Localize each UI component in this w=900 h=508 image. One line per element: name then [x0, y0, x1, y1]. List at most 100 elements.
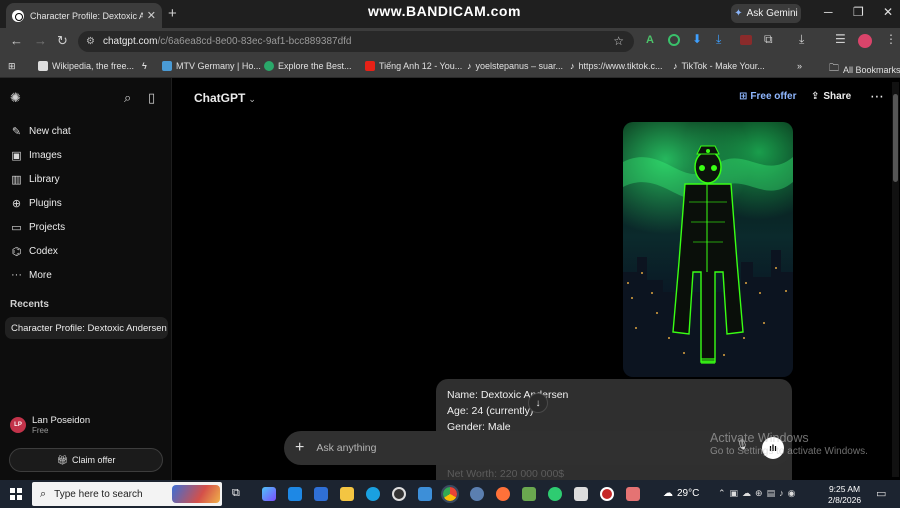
chevron-down-icon: ⌄	[248, 94, 256, 104]
scroll-down-arrow-icon[interactable]: ↓	[528, 393, 548, 413]
sidebar-item-codex[interactable]: ⌬ Codex	[10, 245, 58, 258]
user-menu[interactable]: LP Lan Poseidon Free	[10, 415, 90, 435]
minimize-window-icon[interactable]: ─	[824, 5, 833, 19]
chatgpt-app: ✺ ⌕ ▯ ✎ New chat ▣ Images ▥ Library ⊕ Pl…	[0, 78, 900, 480]
copilot-icon[interactable]	[262, 487, 276, 501]
bookmark-item[interactable]: MTV Germany | Ho...	[162, 61, 261, 71]
recents-heading: Recents	[10, 299, 49, 310]
close-window-icon[interactable]: ✕	[883, 5, 893, 19]
site-info-icon[interactable]: ⚙	[86, 36, 95, 47]
bookmarks-bar: ⊞ Wikipedia, the free... ϟ MTV Germany |…	[0, 55, 900, 78]
browser-tab[interactable]: Character Profile: Dextoxic And... ✕	[6, 3, 162, 28]
windows-taskbar: ⌕ Type here to search ⧉ ☁ 29°C ⌃▣☁⊕▤♪◉ 9…	[0, 480, 900, 508]
app-icon[interactable]	[522, 487, 536, 501]
taskbar-search-placeholder: Type here to search	[54, 488, 143, 500]
app-icon[interactable]	[626, 487, 640, 501]
all-bookmarks-button[interactable]: 🗀 All Bookmarks	[829, 61, 900, 78]
bandicam-record-icon[interactable]	[600, 487, 614, 501]
search-icon[interactable]: ⌕	[124, 90, 131, 106]
browser-tab-bar: Character Profile: Dextoxic And... ✕ + w…	[0, 0, 900, 28]
extensions-puzzle-icon[interactable]: ⧉	[764, 32, 773, 47]
recent-chat-item[interactable]: Character Profile: Dextoxic Andersen	[5, 317, 168, 339]
cloud-sun-icon: ☁	[663, 488, 673, 499]
extension-a-icon[interactable]: A	[646, 34, 654, 46]
chrome-menu-icon[interactable]: ⋮	[885, 32, 897, 46]
bookmark-item[interactable]: ♪ https://www.tiktok.c...	[570, 61, 663, 71]
close-tab-icon[interactable]: ✕	[147, 9, 156, 22]
downloads-icon[interactable]: ⤓	[799, 32, 804, 47]
app-icon[interactable]	[470, 487, 484, 501]
weather-widget[interactable]: ☁ 29°C	[663, 488, 699, 499]
free-offer-button[interactable]: ⊞ Free offer	[739, 91, 797, 102]
profile-line-age: Age: 24 (currently)	[447, 405, 534, 417]
sidebar-item-new-chat[interactable]: ✎ New chat	[10, 125, 71, 138]
page-scrollbar[interactable]	[892, 82, 899, 477]
apps-grid-icon[interactable]: ⊞	[8, 61, 16, 72]
sidebar-item-plugins[interactable]: ⊕ Plugins	[10, 197, 62, 210]
images-icon: ▣	[11, 150, 22, 162]
bookmark-item[interactable]: Tiếng Anh 12 - You...	[365, 61, 462, 71]
user-name: Lan Poseidon	[32, 415, 91, 426]
notifications-icon[interactable]: ▭	[876, 487, 886, 500]
windows-start-icon[interactable]	[10, 488, 22, 500]
gift-icon: ⊞	[739, 91, 748, 102]
add-attachment-icon[interactable]: +	[295, 439, 304, 457]
bookmark-item[interactable]: Wikipedia, the free...	[38, 61, 134, 71]
profile-avatar-icon[interactable]	[858, 34, 872, 48]
bookmark-item[interactable]: ϟ	[142, 61, 147, 71]
profile-line-name: Name: Dextoxic Andersen	[447, 389, 569, 401]
reload-icon[interactable]: ↻	[57, 33, 68, 49]
video-download-extension-icon[interactable]: ⤓	[716, 32, 721, 47]
taskbar-search-box[interactable]: ⌕ Type here to search	[32, 482, 222, 506]
share-button[interactable]: ⇪ Share	[811, 91, 851, 102]
ask-gemini-button[interactable]: ✦ Ask Gemini	[731, 4, 801, 23]
photos-icon[interactable]	[418, 487, 432, 501]
back-arrow-icon[interactable]: ←	[10, 33, 23, 48]
claim-offer-button[interactable]: 🎁︎ Claim offer	[9, 448, 163, 472]
plugins-icon: ⊕	[11, 198, 22, 210]
grammarly-extension-icon[interactable]	[668, 34, 680, 46]
bookmark-item[interactable]: ♪ TikTok - Make Your...	[673, 61, 765, 71]
file-explorer-icon[interactable]	[340, 487, 354, 501]
scrollbar-thumb[interactable]	[893, 94, 898, 182]
media-player-icon[interactable]	[392, 487, 406, 501]
bookmark-star-icon[interactable]: ☆	[613, 34, 624, 48]
taskbar-clock[interactable]: 9:25 AM 2/8/2026	[828, 484, 861, 506]
url-host: chatgpt.com	[102, 36, 158, 47]
openai-logo-icon[interactable]: ✺	[10, 90, 21, 106]
sidebar-item-library[interactable]: ▥ Library	[10, 173, 59, 186]
task-view-icon[interactable]: ⧉	[232, 487, 246, 501]
activate-windows-subtitle: Go to Settings to activate Windows.	[710, 446, 868, 457]
codex-icon: ⌬	[11, 246, 22, 258]
chat-main: ChatGPT ⌄ ⊞ Free offer ⇪ Share ⋯ Name: D…	[173, 78, 900, 480]
generated-character-image[interactable]	[623, 122, 793, 377]
address-bar[interactable]: ⚙ chatgpt.com /c/6a6ea8cd-8e00-83ec-9af1…	[78, 31, 634, 52]
bandicam-watermark: www.BANDICAM.com	[368, 3, 521, 19]
store-icon[interactable]	[314, 487, 328, 501]
model-selector[interactable]: ChatGPT ⌄	[194, 91, 256, 105]
sidebar-item-projects[interactable]: ▭ Projects	[10, 221, 65, 234]
download-extension-icon[interactable]: ⬇	[692, 32, 702, 46]
bookmark-item[interactable]: Explore the Best...	[264, 61, 352, 71]
more-options-icon[interactable]: ⋯	[870, 88, 884, 105]
system-tray[interactable]: ⌃▣☁⊕▤♪◉	[718, 488, 799, 499]
bookmarks-overflow-button[interactable]: »	[797, 61, 802, 71]
youtube-icon	[365, 61, 375, 71]
bookmark-item[interactable]: ♪ yoelstepanus – suar...	[467, 61, 563, 71]
ask-input[interactable]: Ask anything	[316, 442, 376, 454]
app-icon[interactable]	[548, 487, 562, 501]
sidebar-item-more[interactable]: ··· More	[10, 269, 52, 281]
restore-window-icon[interactable]: ❐	[853, 5, 864, 19]
media-control-icon[interactable]: ☰	[835, 32, 846, 46]
chrome-icon[interactable]	[441, 485, 459, 503]
new-tab-button[interactable]: +	[168, 5, 177, 22]
mail-icon[interactable]	[288, 487, 302, 501]
toggle-sidebar-icon[interactable]: ▯	[148, 90, 155, 106]
sidebar-item-images[interactable]: ▣ Images	[10, 149, 62, 162]
edge-icon[interactable]	[366, 487, 380, 501]
forward-arrow-icon[interactable]: →	[34, 33, 47, 48]
lightning-icon: ϟ	[142, 61, 147, 71]
record-extension-icon[interactable]	[740, 35, 752, 45]
app-icon[interactable]	[574, 487, 588, 501]
firefox-icon[interactable]	[496, 487, 510, 501]
